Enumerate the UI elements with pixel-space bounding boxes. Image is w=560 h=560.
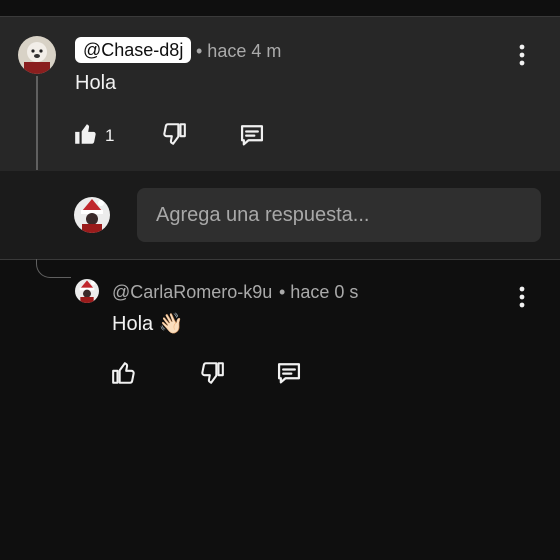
comment-username[interactable]: @Chase-d8j bbox=[75, 37, 192, 63]
reply-username[interactable]: @CarlaRomero-k9u bbox=[112, 282, 272, 303]
reply-text: Hola 👋🏻 bbox=[112, 311, 184, 336]
thread-line bbox=[36, 76, 38, 170]
reply-comment-icon[interactable] bbox=[275, 359, 303, 387]
reply-timestamp: • hace 0 s bbox=[279, 282, 359, 302]
dislike-icon[interactable] bbox=[161, 121, 187, 147]
reply-more-options-icon[interactable] bbox=[512, 284, 532, 310]
commenter-avatar[interactable] bbox=[18, 36, 56, 74]
reply-text-content: Hola bbox=[112, 313, 154, 335]
comment-timestamp: • hace 4 m bbox=[196, 41, 282, 61]
reply-icon[interactable] bbox=[238, 121, 266, 149]
top-divider bbox=[0, 0, 560, 17]
like-count: 1 bbox=[105, 126, 115, 145]
reply-dislike-icon[interactable] bbox=[199, 360, 225, 386]
reply-like-icon[interactable] bbox=[111, 360, 137, 386]
like-filled-icon[interactable] bbox=[73, 121, 99, 147]
reply-input[interactable]: Agrega una respuesta... bbox=[137, 188, 541, 242]
waving-hand-emoji: 👋🏻 bbox=[158, 313, 184, 335]
current-user-avatar[interactable] bbox=[74, 197, 110, 233]
comment-text: Hola bbox=[75, 72, 117, 94]
more-options-icon[interactable] bbox=[512, 42, 532, 68]
reply-author-avatar[interactable] bbox=[75, 279, 99, 303]
thread-connector bbox=[36, 259, 71, 278]
